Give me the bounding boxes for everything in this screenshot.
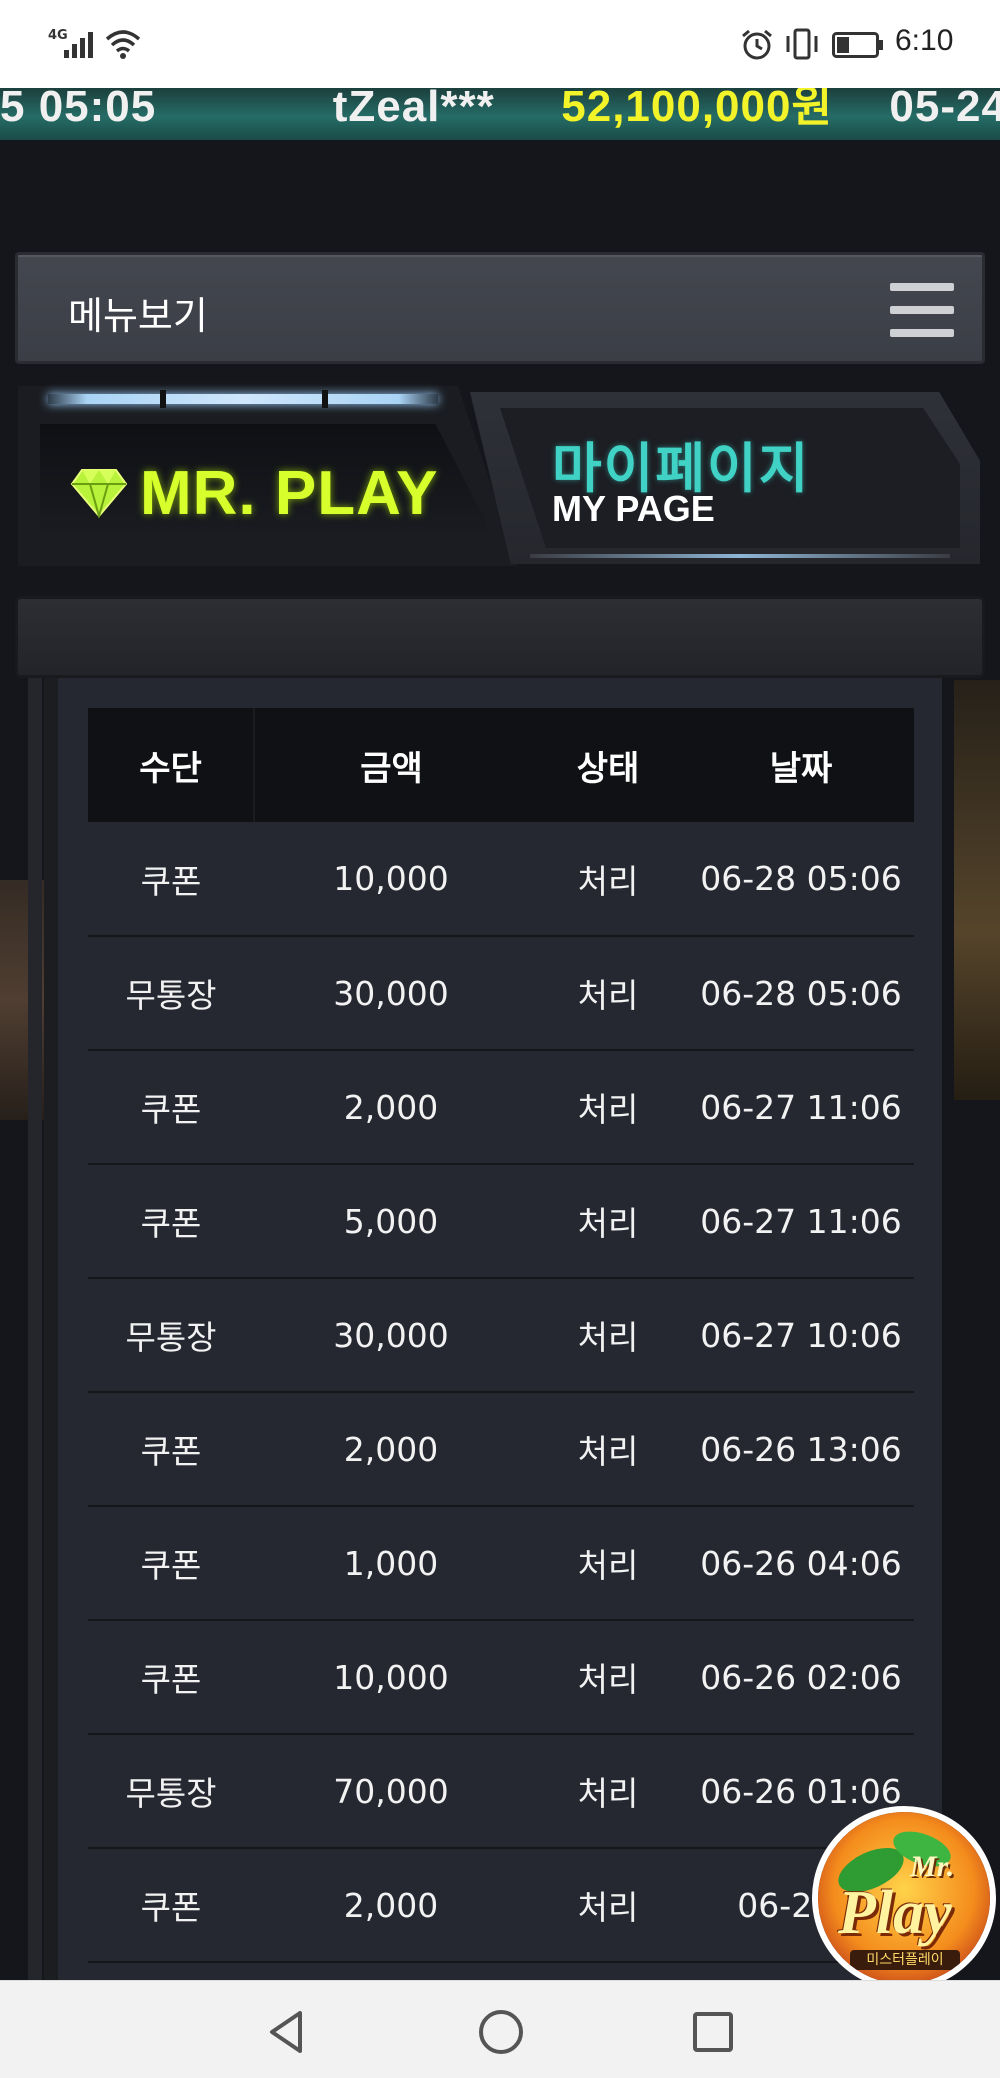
column-header-status: 상태 bbox=[528, 708, 688, 822]
cell-method: 무통장 bbox=[88, 936, 254, 1051]
alarm-icon bbox=[742, 29, 772, 60]
cell-status: 처리 bbox=[528, 1848, 688, 1963]
page-header-sign: MR. PLAY 마이페이지 MY PAGE bbox=[0, 364, 1000, 594]
gem-icon bbox=[70, 469, 128, 518]
table-row: 무통장 30,000 처리 06-27 10:06 bbox=[88, 1278, 914, 1393]
brand-logo-text[interactable]: MR. PLAY bbox=[140, 458, 439, 529]
status-bar: 4G 6:10 bbox=[0, 0, 1000, 88]
cell-status: 처리 bbox=[528, 1734, 688, 1849]
battery-icon bbox=[832, 32, 883, 58]
cell-date: 06-26 13:06 bbox=[688, 1392, 914, 1507]
cell-status: 처리 bbox=[528, 936, 688, 1051]
home-icon[interactable] bbox=[476, 2007, 526, 2057]
ticker-right: 05-24 bbox=[889, 88, 1000, 131]
background-right bbox=[954, 680, 1000, 1100]
table-row: 쿠폰 5,000 처리 06-27 11:06 bbox=[88, 1164, 914, 1279]
sign-right-line bbox=[530, 554, 950, 558]
cell-amount: 2,000 bbox=[254, 1050, 528, 1165]
table-row: 쿠폰 2,000 처리 06-26 13:06 bbox=[88, 1392, 914, 1507]
table-row: 쿠폰 10,000 처리 06-26 02:06 bbox=[88, 1620, 914, 1735]
cell-status: 처리 bbox=[528, 822, 688, 937]
ticker-amount: 52,100,000원 bbox=[561, 88, 833, 131]
background-strip bbox=[0, 140, 1000, 252]
cell-amount: 1,000 bbox=[254, 1506, 528, 1621]
table-row: 쿠폰 2,000 처리 06-27 11:06 bbox=[88, 1050, 914, 1165]
cell-amount: 70,000 bbox=[254, 1734, 528, 1849]
cell-method: 무통장 bbox=[88, 1734, 254, 1849]
table-row: 쿠폰 10,000 처리 06-28 05:06 bbox=[88, 822, 914, 937]
floating-logo-tagline: 미스터플레이 bbox=[850, 1950, 960, 1970]
page-subtitle: MY PAGE bbox=[552, 488, 715, 529]
system-nav-bar bbox=[0, 1980, 1000, 2078]
back-icon[interactable] bbox=[262, 2007, 312, 2057]
cell-status: 처리 bbox=[528, 1506, 688, 1621]
cell-method: 쿠폰 bbox=[88, 1050, 254, 1165]
cell-status: 처리 bbox=[528, 1278, 688, 1393]
cell-method: 쿠폰 bbox=[88, 1506, 254, 1621]
cell-amount: 2,000 bbox=[254, 1392, 528, 1507]
clock: 6:10 bbox=[895, 24, 954, 57]
cell-method: 무통장 bbox=[88, 1278, 254, 1393]
winner-ticker: 5 05:05 tZeal*** 52,100,000원 05-24 bbox=[0, 88, 1000, 140]
ticker-user: tZeal*** bbox=[332, 88, 495, 131]
cell-method: 쿠폰 bbox=[88, 1848, 254, 1963]
cell-amount: 30,000 bbox=[254, 1278, 528, 1393]
transaction-table: 수단 금액 상태 날짜 쿠폰 10,000 처리 06-28 05:06 무통장… bbox=[88, 708, 914, 1963]
sign-base bbox=[15, 596, 985, 678]
table-header-row: 수단 금액 상태 날짜 bbox=[88, 708, 914, 822]
cell-date: 06-28 05:06 bbox=[688, 936, 914, 1051]
table-row: 무통장 70,000 처리 06-26 01:06 bbox=[88, 1734, 914, 1849]
cell-status: 처리 bbox=[528, 1050, 688, 1165]
menu-bar[interactable]: 메뉴보기 bbox=[15, 252, 985, 364]
menu-label[interactable]: 메뉴보기 bbox=[68, 285, 208, 340]
hamburger-icon[interactable] bbox=[890, 283, 954, 337]
cell-status: 처리 bbox=[528, 1164, 688, 1279]
cell-date: 06-27 10:06 bbox=[688, 1278, 914, 1393]
cell-date: 06-28 05:06 bbox=[688, 822, 914, 937]
cell-date: 06-26 04:06 bbox=[688, 1506, 914, 1621]
cell-amount: 10,000 bbox=[254, 1620, 528, 1735]
floating-logo-button[interactable]: Mr. Play 미스터플레이 bbox=[818, 1812, 990, 1984]
ticker-left: 5 05:05 bbox=[0, 88, 157, 131]
history-panel: 수단 금액 상태 날짜 쿠폰 10,000 처리 06-28 05:06 무통장… bbox=[58, 678, 942, 1980]
cell-amount: 2,000 bbox=[254, 1848, 528, 1963]
vibrate-icon bbox=[786, 28, 818, 60]
signal-icon bbox=[64, 32, 93, 58]
cell-amount: 5,000 bbox=[254, 1164, 528, 1279]
column-header-date: 날짜 bbox=[688, 708, 914, 822]
floating-logo-play: Play bbox=[838, 1879, 952, 1947]
cell-date: 06-27 11:06 bbox=[688, 1050, 914, 1165]
table-row: 무통장 30,000 처리 06-28 05:06 bbox=[88, 936, 914, 1051]
column-header-method: 수단 bbox=[88, 708, 255, 822]
cell-date: 06-26 02:06 bbox=[688, 1620, 914, 1735]
cell-method: 쿠폰 bbox=[88, 1164, 254, 1279]
table-row: 쿠폰 2,000 처리 06-24 1 bbox=[88, 1848, 914, 1963]
cell-date: 06-27 11:06 bbox=[688, 1164, 914, 1279]
cell-status: 처리 bbox=[528, 1392, 688, 1507]
recent-apps-icon[interactable] bbox=[688, 2007, 738, 2057]
cell-method: 쿠폰 bbox=[88, 822, 254, 937]
cell-method: 쿠폰 bbox=[88, 1392, 254, 1507]
cell-amount: 30,000 bbox=[254, 936, 528, 1051]
cell-amount: 10,000 bbox=[254, 822, 528, 937]
cell-method: 쿠폰 bbox=[88, 1620, 254, 1735]
wifi-icon bbox=[105, 30, 141, 59]
table-row: 쿠폰 1,000 처리 06-26 04:06 bbox=[88, 1506, 914, 1621]
column-header-amount: 금액 bbox=[254, 708, 528, 822]
ticker-text: 5 05:05 tZeal*** 52,100,000원 05-24 bbox=[0, 88, 1000, 134]
cell-status: 처리 bbox=[528, 1620, 688, 1735]
neon-light bbox=[48, 394, 438, 404]
